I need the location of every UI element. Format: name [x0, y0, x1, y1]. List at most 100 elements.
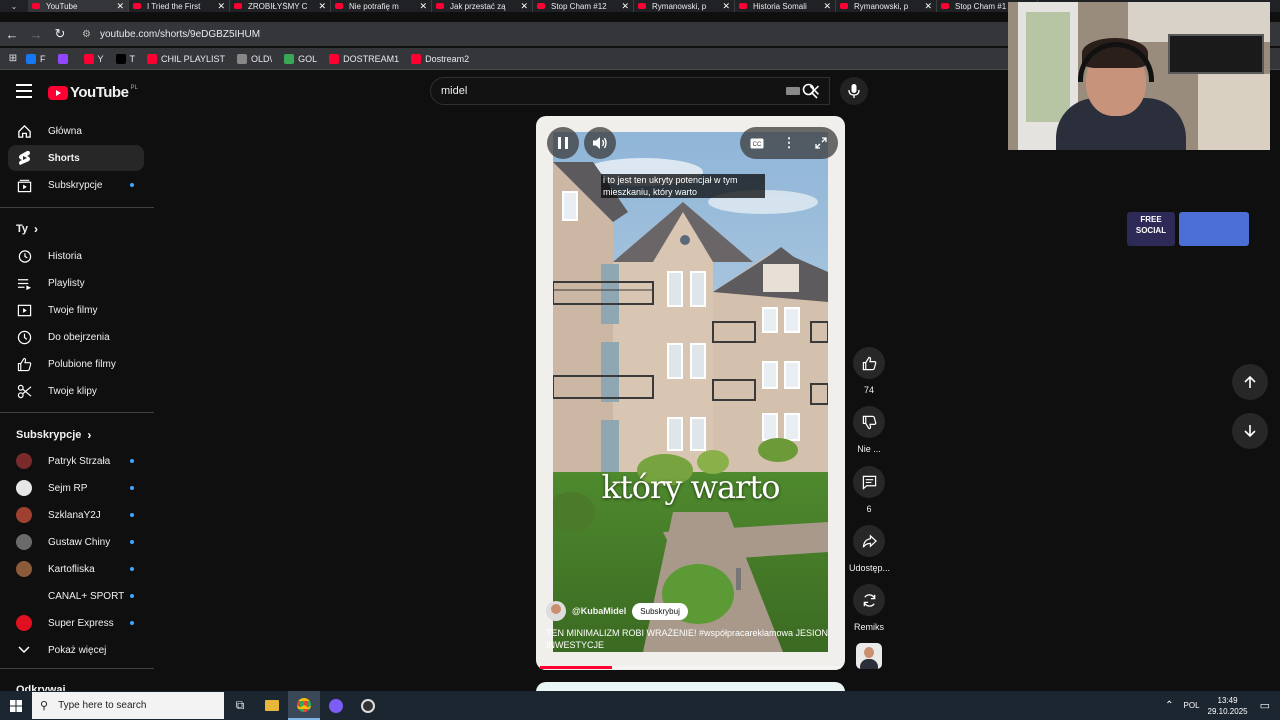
tab-favicon-icon — [335, 3, 343, 9]
sidebar-subscription[interactable]: Super Express — [8, 610, 144, 636]
channel-thumbnail[interactable] — [856, 643, 882, 669]
obs-icon[interactable] — [352, 691, 384, 720]
windows-start-icon[interactable] — [0, 691, 32, 720]
sidebar-subscription[interactable]: SzklanaY2J — [8, 502, 144, 528]
chevron-up-icon[interactable]: ⌃ — [1165, 700, 1173, 711]
bookmark-item[interactable]: OLD\ — [237, 53, 272, 64]
webcam-overlay — [1008, 2, 1270, 150]
browser-tab[interactable]: Rymanowski, p ✕ — [634, 0, 735, 12]
bookmark-item[interactable]: T — [115, 53, 135, 64]
tab-close-icon[interactable]: ✕ — [520, 1, 528, 12]
channel-name[interactable]: @KubaMidel — [572, 606, 626, 616]
apps-grid-icon[interactable]: ⊞ — [0, 53, 26, 64]
search-button[interactable] — [790, 77, 830, 105]
taskbar-search[interactable]: ⚲ Type here to search — [32, 692, 224, 719]
forward-icon[interactable]: → — [24, 27, 48, 42]
guide-menu-icon[interactable] — [16, 84, 32, 98]
browser-tab[interactable]: Stop Cham #12 ✕ — [533, 0, 634, 12]
sidebar-item-clips[interactable]: Twoje klipy — [8, 378, 144, 404]
volume-button[interactable] — [584, 127, 616, 159]
bookmark-item[interactable]: DOSTREAM1 — [329, 53, 399, 64]
system-tray: ⌃ POL 13:49 29.10.2025 ▭ — [1165, 691, 1280, 720]
tab-close-icon[interactable]: ✕ — [419, 1, 427, 12]
browser-tab[interactable]: ZROBIŁYŚMY C ✕ — [230, 0, 331, 12]
sidebar-subscription[interactable]: Patryk Strzała — [8, 448, 144, 474]
tab-close-icon[interactable]: ✕ — [722, 1, 730, 12]
you-section-header[interactable]: Ty › — [16, 222, 38, 236]
channel-avatar — [16, 615, 32, 631]
sidebar-item-subscriptions[interactable]: Subskrypcje — [8, 172, 144, 198]
like-button[interactable]: 74 — [849, 347, 889, 395]
task-view-icon[interactable]: ⧉ — [224, 691, 256, 720]
tab-close-icon[interactable]: ✕ — [217, 1, 225, 12]
remix-button[interactable]: Remiks — [849, 584, 889, 632]
bookmark-label: CHIL PLAYLIST — [161, 53, 226, 64]
captions-icon[interactable]: CC — [741, 138, 773, 149]
discord-icon — [1179, 212, 1249, 246]
file-explorer-icon[interactable] — [256, 691, 288, 720]
clock[interactable]: 13:49 29.10.2025 — [1208, 695, 1248, 717]
sidebar-item-your-videos[interactable]: Twoje filmy — [8, 297, 144, 323]
tab-close-icon[interactable]: ✕ — [924, 1, 932, 12]
browser-tab[interactable]: Rymanowski, p ✕ — [836, 0, 937, 12]
messenger-icon[interactable] — [320, 691, 352, 720]
language-indicator[interactable]: POL — [1184, 701, 1200, 710]
sidebar-item-playlists[interactable]: Playlisty — [8, 270, 144, 296]
more-vertical-icon[interactable]: ⋮ — [773, 135, 805, 151]
bookmark-item[interactable]: GOL — [284, 53, 317, 64]
reload-icon[interactable]: ↻ — [48, 26, 72, 42]
back-icon[interactable]: ← — [0, 27, 24, 42]
search-input[interactable]: midel — [441, 85, 786, 97]
sidebar-subscription[interactable]: Sejm RP — [8, 475, 144, 501]
tab-favicon-icon — [32, 3, 40, 9]
browser-tab[interactable]: YouTube ✕ — [28, 0, 129, 12]
sidebar-subscription[interactable]: CANAL+ SPORT — [8, 583, 144, 609]
sidebar-subscription[interactable]: Kartofliska — [8, 556, 144, 582]
shorts-icon — [16, 150, 32, 166]
dislike-button[interactable]: Nie ... — [849, 406, 889, 454]
sidebar-item-home[interactable]: Główna — [8, 118, 144, 144]
bookmark-item[interactable]: Y — [83, 53, 104, 64]
chrome-icon[interactable] — [288, 691, 320, 720]
comments-button[interactable]: 6 — [849, 466, 889, 514]
notification-icon[interactable]: ▭ — [1260, 699, 1270, 712]
short-video-frame[interactable] — [553, 132, 828, 652]
youtube-logo[interactable]: YouTube PL — [48, 84, 138, 101]
channel-avatar[interactable] — [546, 601, 566, 621]
tab-close-icon[interactable]: ✕ — [621, 1, 629, 12]
subscriptions-section-header[interactable]: Subskrypcje › — [16, 428, 91, 442]
previous-short-button[interactable] — [1232, 364, 1268, 400]
sidebar-item-liked[interactable]: Polubione filmy — [8, 351, 144, 377]
sidebar-item-watch-later[interactable]: Do obejrzenia — [8, 324, 144, 350]
bookmark-item[interactable]: Dostream2 — [411, 53, 469, 64]
tab-close-icon[interactable]: ✕ — [823, 1, 831, 12]
home-icon — [16, 123, 32, 139]
search-box[interactable]: midel ✕ — [430, 77, 830, 105]
fullscreen-icon[interactable] — [805, 137, 837, 149]
browser-tab[interactable]: Jak przestać zą ✕ — [432, 0, 533, 12]
tab-title: Rymanowski, p — [652, 1, 707, 11]
show-more-label: Pokaż więcej — [48, 644, 107, 656]
browser-tab[interactable]: Nie potrafię m ✕ — [331, 0, 432, 12]
pause-button[interactable] — [547, 127, 579, 159]
show-more-button[interactable]: Pokaż więcej — [8, 637, 144, 663]
subscribe-button[interactable]: Subskrybuj — [632, 602, 688, 620]
browser-tab[interactable]: I Tried the First ✕ — [129, 0, 230, 12]
tab-search-button[interactable]: ⌄ — [0, 2, 28, 11]
bookmark-item[interactable]: F — [26, 53, 46, 64]
tab-close-icon[interactable]: ✕ — [318, 1, 326, 12]
voice-search-button[interactable] — [840, 77, 868, 105]
tab-close-icon[interactable]: ✕ — [116, 1, 124, 12]
next-short-button[interactable] — [1232, 413, 1268, 449]
site-info-icon[interactable]: ⚙ — [82, 29, 100, 40]
browser-tab[interactable]: Historia Somali ✕ — [735, 0, 836, 12]
sidebar-subscription[interactable]: Gustaw Chiny — [8, 529, 144, 555]
comment-icon — [853, 466, 885, 498]
share-button[interactable]: Udostęp... — [849, 525, 890, 573]
video-progress-bar[interactable] — [540, 666, 841, 669]
bookmark-item[interactable]: CHIL PLAYLIST — [147, 53, 226, 64]
sidebar-item-history[interactable]: Historia — [8, 243, 144, 269]
bookmark-item[interactable] — [57, 53, 72, 64]
short-description[interactable]: TEN MINIMALIZM ROBI WRAŻENIE! #współprac… — [546, 627, 834, 651]
sidebar-item-shorts[interactable]: Shorts — [8, 145, 144, 171]
